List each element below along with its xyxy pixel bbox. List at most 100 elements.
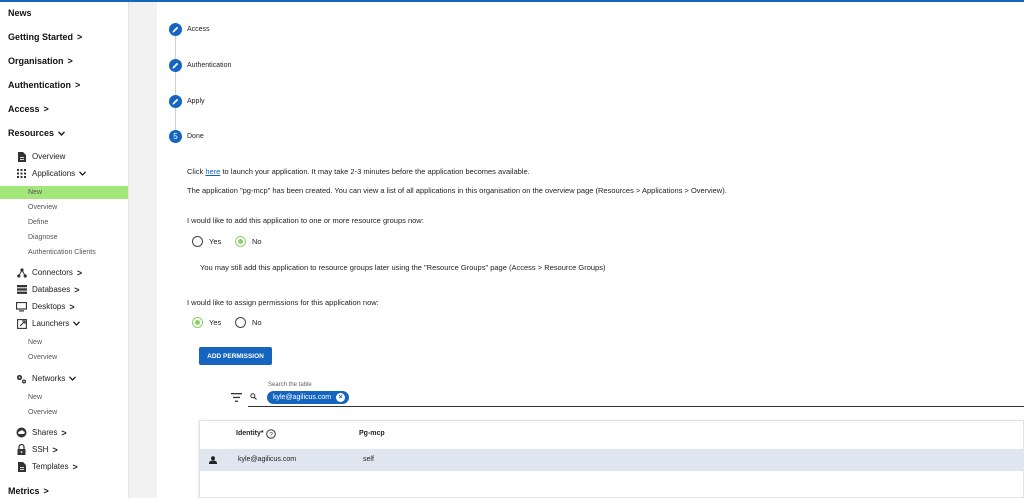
sidebar-item-label: Organisation — [8, 56, 64, 66]
sidebar-item-label: Metrics — [8, 486, 40, 496]
sidebar-item-label: Access — [8, 104, 40, 114]
sidebar-item-label: Templates — [32, 462, 69, 471]
sidebar-item-network-overview[interactable]: Overview — [28, 409, 57, 416]
step-done-label[interactable]: Done — [187, 133, 204, 140]
step-access-marker[interactable] — [169, 23, 182, 36]
sidebar-item-getting-started[interactable]: Getting Started > — [8, 32, 82, 42]
launch-message: Click here to launch your application. I… — [187, 167, 530, 176]
cloud-icon — [16, 427, 27, 438]
sidebar-item-label: Connectors — [32, 268, 73, 277]
column-header-pg-mcp[interactable]: Pg-mcp — [359, 430, 385, 437]
document-icon — [16, 461, 27, 472]
sidebar-item-launchers[interactable]: Launchers — [16, 318, 81, 329]
sidebar-item-label: SSH — [32, 445, 49, 454]
search-label: Search the table — [268, 382, 312, 388]
groups-yes-radio[interactable] — [192, 236, 203, 247]
sidebar-item-label: Applications — [32, 169, 76, 178]
sidebar-item-connectors[interactable]: Connectors > — [16, 267, 82, 278]
launch-prefix: Click — [187, 167, 206, 176]
sidebar-item-metrics[interactable]: Metrics > — [8, 486, 49, 496]
sidebar-item-news[interactable]: News — [8, 8, 32, 18]
launch-here-link[interactable]: here — [205, 167, 220, 176]
active-item-highlight — [0, 186, 128, 199]
search-chip[interactable]: kyle@agilicus.com × — [267, 391, 350, 404]
search-input-underline[interactable] — [248, 406, 1024, 407]
chevron-right-icon: > — [75, 80, 81, 90]
chevron-right-icon: > — [72, 461, 78, 472]
resource-groups-question: I would like to add this application to … — [187, 216, 424, 225]
sidebar-item-app-diagnose[interactable]: Diagnose — [28, 234, 58, 241]
sidebar-item-resources[interactable]: Resources — [8, 128, 66, 138]
search-icon — [250, 393, 257, 400]
sidebar-item-authentication[interactable]: Authentication > — [8, 80, 80, 90]
chevron-right-icon: > — [76, 267, 83, 278]
svg-text:?: ? — [269, 431, 273, 438]
chevron-down-icon — [58, 130, 66, 136]
person-icon — [209, 456, 217, 464]
chevron-down-icon — [79, 171, 87, 176]
sidebar-item-networks[interactable]: Networks — [16, 373, 77, 384]
perm-no-label[interactable]: No — [252, 318, 262, 327]
launch-suffix: to launch your application. It may take … — [220, 167, 530, 176]
pencil-icon — [172, 98, 179, 105]
sidebar-item-ssh[interactable]: SSH > — [16, 444, 58, 455]
step-apply-label[interactable]: Apply — [187, 98, 205, 105]
sidebar-item-network-new[interactable]: New — [28, 394, 42, 401]
chevron-down-icon — [73, 321, 81, 326]
permissions-table: Identity* ? Pg-mcp kyle@agilicus.com sel… — [199, 420, 1024, 498]
sidebar-item-app-new[interactable]: New — [28, 189, 42, 196]
sidebar: News Getting Started > Organisation > Au… — [0, 2, 129, 498]
chevron-right-icon: > — [67, 56, 73, 66]
column-header-identity[interactable]: Identity* — [236, 430, 264, 437]
add-permission-button[interactable]: ADD PERMISSION — [199, 347, 272, 365]
sidebar-item-databases[interactable]: Databases > — [16, 284, 80, 295]
perm-no-radio[interactable] — [235, 317, 246, 328]
sidebar-item-app-define[interactable]: Define — [28, 219, 48, 226]
filter-icon[interactable] — [231, 393, 242, 402]
sidebar-item-label: Shares — [32, 428, 58, 437]
table-row[interactable]: kyle@agilicus.com self — [200, 449, 1024, 471]
pencil-icon — [172, 26, 179, 33]
created-message: The application "pg-mcp" has been create… — [187, 186, 727, 195]
sidebar-item-app-overview[interactable]: Overview — [28, 204, 57, 211]
chevron-right-icon: > — [77, 32, 83, 42]
chevron-right-icon: > — [69, 301, 75, 312]
step-authentication-marker[interactable] — [169, 59, 182, 72]
sidebar-item-shares[interactable]: Shares > — [16, 427, 67, 438]
sidebar-item-templates[interactable]: Templates > — [16, 461, 78, 472]
chevron-right-icon: > — [52, 444, 58, 455]
groups-no-label[interactable]: No — [252, 237, 262, 246]
sidebar-item-label: Desktops — [32, 302, 66, 311]
sidebar-item-label: News — [8, 8, 32, 18]
perm-yes-radio[interactable] — [192, 317, 203, 328]
desktop-icon — [16, 301, 27, 312]
sidebar-item-desktops[interactable]: Desktops > — [16, 301, 75, 312]
content-gutter — [129, 2, 157, 498]
gears-icon — [16, 373, 27, 384]
lock-icon — [16, 444, 27, 455]
sidebar-item-launcher-overview[interactable]: Overview — [28, 354, 57, 361]
step-access-label[interactable]: Access — [187, 26, 210, 33]
resource-groups-note: You may still add this application to re… — [200, 263, 606, 272]
sidebar-item-organisation[interactable]: Organisation > — [8, 56, 73, 66]
sidebar-item-access[interactable]: Access > — [8, 104, 49, 114]
launch-icon — [16, 318, 27, 329]
stepper-connector-line — [175, 36, 176, 130]
sidebar-item-label: Databases — [32, 285, 71, 294]
close-icon[interactable]: × — [336, 393, 346, 402]
step-authentication-label[interactable]: Authentication — [187, 62, 231, 69]
perm-yes-label[interactable]: Yes — [209, 318, 221, 327]
row-permission[interactable]: self — [363, 456, 374, 463]
permissions-question: I would like to assign permissions for t… — [187, 298, 379, 307]
connectors-icon — [16, 267, 27, 278]
apps-grid-icon — [16, 168, 27, 179]
sidebar-item-app-auth-clients[interactable]: Authentication Clients — [28, 249, 96, 256]
sidebar-item-applications[interactable]: Applications — [16, 168, 87, 179]
sidebar-item-resources-overview[interactable]: Overview — [16, 151, 65, 162]
step-done-marker[interactable]: 5 — [169, 130, 182, 143]
groups-yes-label[interactable]: Yes — [209, 237, 221, 246]
step-apply-marker[interactable] — [169, 95, 182, 108]
groups-no-radio[interactable] — [235, 236, 246, 247]
help-icon[interactable]: ? — [266, 429, 276, 439]
sidebar-item-launcher-new[interactable]: New — [28, 339, 42, 346]
